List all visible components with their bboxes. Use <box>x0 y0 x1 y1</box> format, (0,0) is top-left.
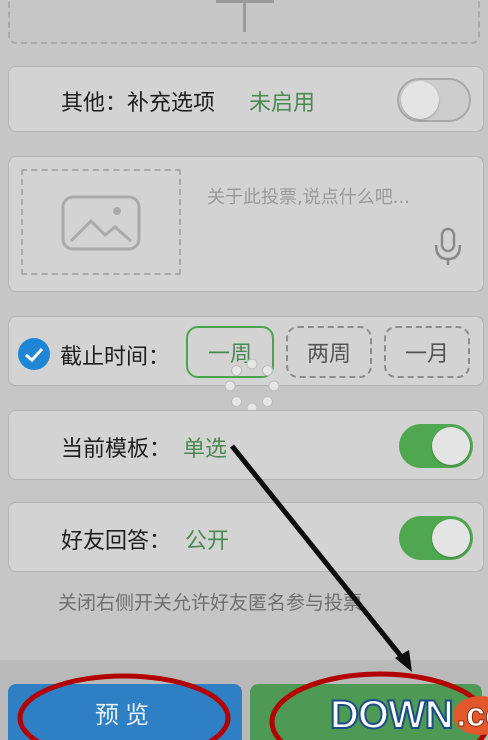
description-input[interactable]: 关于此投票,说点什么吧... <box>207 183 410 209</box>
template-label: 当前模板： <box>61 437 172 462</box>
friend-answers-value: 公开 <box>185 529 230 554</box>
other-options-status: 未启用 <box>249 91 316 116</box>
deadline-option-month[interactable]: 一月 <box>384 326 470 378</box>
image-icon <box>61 195 141 251</box>
toggle-knob <box>401 81 439 119</box>
deadline-checkbox[interactable] <box>18 338 50 370</box>
template-card: 当前模板： 单选 <box>8 410 484 480</box>
check-icon <box>25 347 44 363</box>
watermark-text: DOWN <box>329 692 455 738</box>
loading-spinner-icon <box>224 358 280 414</box>
plus-icon <box>243 0 246 32</box>
watermark-logo: DOWN .cc <box>329 690 488 740</box>
microphone-icon[interactable] <box>433 227 463 267</box>
deadline-label: 截止时间： <box>60 345 171 370</box>
watermark-suffix: .cc <box>452 695 488 735</box>
friend-answers-card: 好友回答： 公开 <box>8 502 484 572</box>
preview-button[interactable]: 预览 <box>8 684 242 740</box>
plus-icon-bar <box>216 0 274 3</box>
description-card: 关于此投票,说点什么吧... <box>8 156 484 292</box>
template-toggle[interactable] <box>399 424 473 468</box>
friend-answers-label: 好友回答： <box>61 529 172 554</box>
other-options-toggle[interactable] <box>397 78 471 122</box>
image-placeholder[interactable] <box>21 169 181 275</box>
toggle-knob <box>432 427 470 465</box>
toggle-knob <box>432 519 470 557</box>
deadline-option-two-weeks[interactable]: 两周 <box>286 326 372 378</box>
template-value[interactable]: 单选 <box>183 431 227 463</box>
friend-answers-toggle[interactable] <box>399 516 473 560</box>
other-options-card: 其他：补充选项 未启用 <box>8 66 484 132</box>
other-options-label: 其他：补充选项 <box>61 91 216 116</box>
anonymous-hint: 关闭右侧开关允许好友匿名参与投票 <box>58 592 363 614</box>
